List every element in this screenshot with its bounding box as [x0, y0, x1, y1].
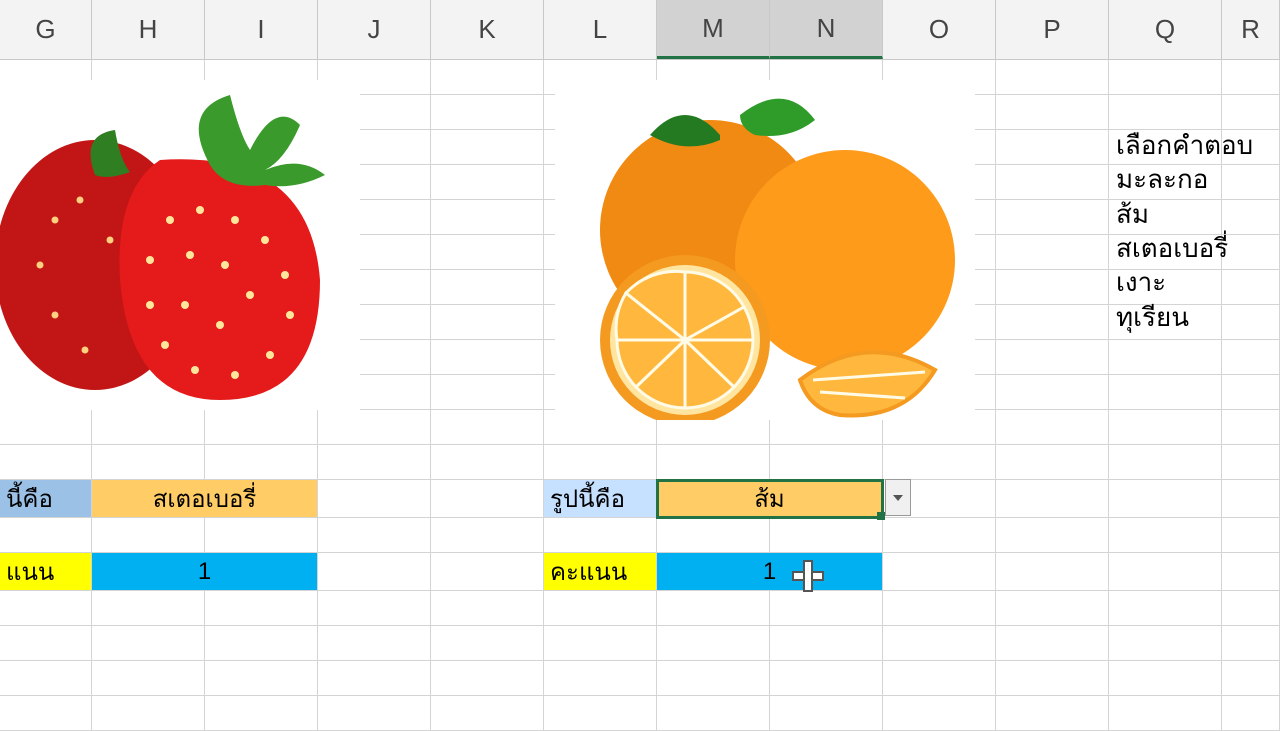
answer-option: เลือกคำตอบ	[1116, 128, 1253, 162]
column-header-K[interactable]: K	[431, 0, 544, 59]
right-image-label: รูปนี้คือ	[544, 480, 657, 518]
right-score-value[interactable]: 1	[657, 553, 883, 591]
left-score-value[interactable]: 1	[92, 553, 318, 591]
image-orange	[555, 80, 975, 420]
column-headers: GHIJKLMNOPQR	[0, 0, 1280, 60]
left-image-label: นี้คือ	[0, 480, 92, 518]
column-header-J[interactable]: J	[318, 0, 431, 59]
left-answer-cell[interactable]: สเตอเบอรี่	[92, 480, 318, 518]
answer-option: ส้ม	[1116, 197, 1253, 231]
answer-option: สเตอเบอรี่	[1116, 231, 1253, 265]
left-score-label: แนน	[0, 553, 92, 591]
column-header-M[interactable]: M	[657, 0, 770, 59]
column-header-P[interactable]: P	[996, 0, 1109, 59]
image-strawberry	[0, 80, 360, 410]
column-header-Q[interactable]: Q	[1109, 0, 1222, 59]
right-score-label: คะแนน	[544, 553, 657, 591]
column-header-H[interactable]: H	[92, 0, 205, 59]
column-header-O[interactable]: O	[883, 0, 996, 59]
column-header-I[interactable]: I	[205, 0, 318, 59]
column-header-G[interactable]: G	[0, 0, 92, 59]
answer-options-list: เลือกคำตอบมะละกอส้มสเตอเบอรี่เงาะทุเรียน	[1116, 128, 1253, 334]
answer-option: มะละกอ	[1116, 162, 1253, 196]
right-answer-cell[interactable]: ส้ม	[657, 480, 883, 518]
column-header-L[interactable]: L	[544, 0, 657, 59]
answer-option: เงาะ	[1116, 265, 1253, 299]
column-header-R[interactable]: R	[1222, 0, 1280, 59]
answer-option: ทุเรียน	[1116, 300, 1253, 334]
dropdown-button[interactable]	[885, 479, 911, 516]
column-header-N[interactable]: N	[770, 0, 883, 59]
